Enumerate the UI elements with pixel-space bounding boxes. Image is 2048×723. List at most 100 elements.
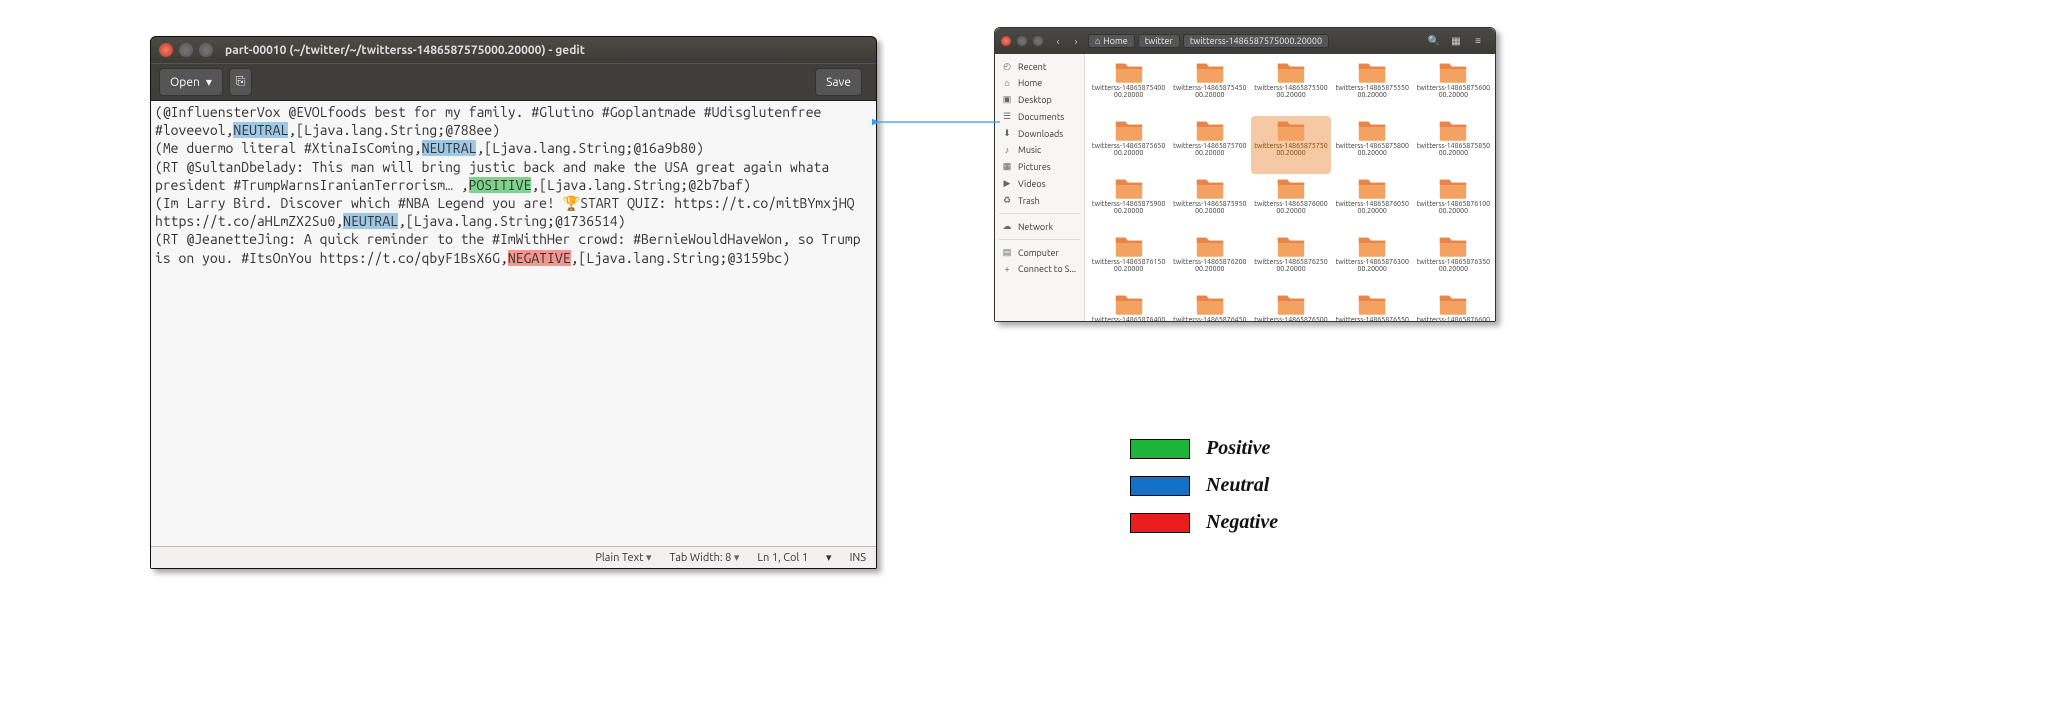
sidebar-label: Videos xyxy=(1018,179,1046,189)
lang-picker[interactable]: Plain Text xyxy=(595,551,651,564)
folder-item[interactable]: twitterss-1486587540000.20000 xyxy=(1089,58,1168,116)
folder-item[interactable]: twitterss-1486587570000.20000 xyxy=(1170,116,1249,174)
folder-icon xyxy=(1357,176,1387,200)
folder-item[interactable]: twitterss-1486587620000.20000 xyxy=(1170,232,1249,290)
sidebar-item-music[interactable]: ♪Music xyxy=(995,142,1084,158)
sidebar-label: Downloads xyxy=(1018,129,1063,139)
sidebar-item-network[interactable]: ☁Network xyxy=(995,218,1084,235)
folder-item[interactable]: twitterss-1486587590000.20000 xyxy=(1089,174,1168,232)
sidebar-icon: ☰ xyxy=(1001,111,1013,122)
folder-label: twitterss-1486587550000.20000 xyxy=(1251,85,1330,100)
gedit-window: part-00010 (~/twitter/~/twitterss-148658… xyxy=(150,36,877,569)
view-icon[interactable]: ▦ xyxy=(1447,32,1465,50)
folder-item[interactable]: twitterss-1486587645000.20000 xyxy=(1170,290,1249,321)
sidebar-label: Desktop xyxy=(1018,95,1052,105)
folder-item[interactable]: twitterss-1486587640000.20000 xyxy=(1089,290,1168,321)
folder-icon xyxy=(1114,118,1144,142)
sidebar-icon: ⌂ xyxy=(1001,78,1013,88)
text-area[interactable]: (@InfluensterVox @EVOLfoods best for my … xyxy=(151,101,876,546)
folder-item[interactable]: twitterss-1486587580000.20000 xyxy=(1333,116,1412,174)
folder-label: twitterss-1486587605000.20000 xyxy=(1333,201,1412,216)
folder-label: twitterss-1486587620000.20000 xyxy=(1170,259,1249,274)
close-icon[interactable] xyxy=(159,43,173,57)
menu-icon[interactable]: ≡ xyxy=(1469,32,1487,50)
arrow-annotation xyxy=(872,112,1002,132)
legend-swatch xyxy=(1130,439,1190,459)
folder-icon xyxy=(1357,118,1387,142)
folder-icon xyxy=(1195,176,1225,200)
sidebar-item-documents[interactable]: ☰Documents xyxy=(995,108,1084,125)
sidebar-item-home[interactable]: ⌂ Home xyxy=(995,75,1084,91)
open-button[interactable]: Open ▾ xyxy=(159,68,223,96)
crumb-label: twitter xyxy=(1145,36,1173,46)
folder-item[interactable]: twitterss-1486587635000.20000 xyxy=(1414,232,1493,290)
folder-item[interactable]: twitterss-1486587565000.20000 xyxy=(1089,116,1168,174)
folder-item[interactable]: twitterss-1486587605000.20000 xyxy=(1333,174,1412,232)
back-button[interactable]: ‹ xyxy=(1050,33,1066,49)
folder-icon xyxy=(1114,176,1144,200)
folder-label: twitterss-1486587650000.20000 xyxy=(1251,317,1330,321)
folder-icon xyxy=(1276,176,1306,200)
sidebar-icon: ▣ xyxy=(1001,94,1013,105)
breadcrumb-home[interactable]: ⌂Home xyxy=(1088,34,1135,48)
gedit-titlebar: part-00010 (~/twitter/~/twitterss-148658… xyxy=(151,37,876,63)
folder-icon xyxy=(1276,60,1306,84)
tabwidth-picker[interactable]: Tab Width: 8 xyxy=(670,551,740,564)
sidebar-item-trash[interactable]: ♻Trash xyxy=(995,192,1084,209)
folder-item[interactable]: twitterss-1486587630000.20000 xyxy=(1333,232,1412,290)
close-icon[interactable] xyxy=(1001,36,1011,46)
folder-icon xyxy=(1114,60,1144,84)
legend-label: Neutral xyxy=(1206,474,1269,497)
sidebar-item-recent[interactable]: ◴Recent xyxy=(995,58,1084,75)
sidebar-item-videos[interactable]: ▶Videos xyxy=(995,175,1084,192)
folder-item[interactable]: twitterss-1486587610000.20000 xyxy=(1414,174,1493,232)
minimize-icon[interactable] xyxy=(1017,36,1027,46)
legend-row: Positive xyxy=(1130,437,1278,460)
folder-item[interactable]: twitterss-1486587595000.20000 xyxy=(1170,174,1249,232)
sidebar-item-pictures[interactable]: ▦Pictures xyxy=(995,158,1084,175)
sidebar-item-computer[interactable]: ▤Computer xyxy=(995,244,1084,261)
forward-button[interactable]: › xyxy=(1068,33,1084,49)
maximize-icon[interactable] xyxy=(1033,36,1043,46)
folder-item[interactable]: twitterss-1486587545000.20000 xyxy=(1170,58,1249,116)
gedit-toolbar: Open ▾ ⎘ Save xyxy=(151,63,876,101)
sidebar-item-downloads[interactable]: ⬇Downloads xyxy=(995,125,1084,142)
folder-icon xyxy=(1276,118,1306,142)
folder-label: twitterss-1486587560000.20000 xyxy=(1414,85,1493,100)
folder-item[interactable]: twitterss-1486587560000.20000 xyxy=(1414,58,1493,116)
new-tab-button[interactable]: ⎘ xyxy=(229,68,253,96)
folder-item[interactable]: twitterss-1486587600000.20000 xyxy=(1251,174,1330,232)
maximize-icon[interactable] xyxy=(199,43,213,57)
sidebar-icon: ♻ xyxy=(1001,195,1013,206)
legend-swatch xyxy=(1130,476,1190,496)
folder-item[interactable]: twitterss-1486587585000.20000 xyxy=(1414,116,1493,174)
gedit-title: part-00010 (~/twitter/~/twitterss-148658… xyxy=(225,44,585,57)
crumb-label: Home xyxy=(1103,36,1127,46)
breadcrumb-current[interactable]: twitterss-1486587575000.20000 xyxy=(1183,34,1329,48)
sidebar-item-desktop[interactable]: ▣ Desktop xyxy=(995,91,1084,108)
files-grid: twitterss-1486587540000.20000twitterss-1… xyxy=(1085,54,1495,321)
sidebar-item-connect-to-s-[interactable]: +Connect to S... xyxy=(995,261,1084,277)
search-icon[interactable]: 🔍 xyxy=(1425,32,1443,50)
save-button[interactable]: Save xyxy=(815,68,862,96)
folder-item[interactable]: twitterss-1486587550000.20000 xyxy=(1251,58,1330,116)
folder-item[interactable]: twitterss-1486587650000.20000 xyxy=(1251,290,1330,321)
sentiment-tag: NEUTRAL xyxy=(233,122,288,138)
folder-item[interactable]: twitterss-1486587555000.20000 xyxy=(1333,58,1412,116)
folder-item[interactable]: twitterss-1486587575000.20000 xyxy=(1251,116,1330,174)
folder-label: twitterss-1486587565000.20000 xyxy=(1089,143,1168,158)
folder-icon xyxy=(1276,234,1306,258)
minimize-icon[interactable] xyxy=(179,43,193,57)
breadcrumb-twitter[interactable]: twitter xyxy=(1138,34,1180,48)
sidebar-label: Network xyxy=(1018,222,1053,232)
folder-icon xyxy=(1195,118,1225,142)
sidebar-icon: ▦ xyxy=(1001,161,1013,172)
sentiment-tag: NEGATIVE xyxy=(508,250,571,266)
chevron-down-icon[interactable]: ▾ xyxy=(826,551,832,564)
folder-item[interactable]: twitterss-1486587660000.20000 xyxy=(1414,290,1493,321)
folder-label: twitterss-1486587595000.20000 xyxy=(1170,201,1249,216)
folder-item[interactable]: twitterss-1486587615000.20000 xyxy=(1089,232,1168,290)
folder-item[interactable]: twitterss-1486587625000.20000 xyxy=(1251,232,1330,290)
folder-item[interactable]: twitterss-1486587655000.20000 xyxy=(1333,290,1412,321)
sidebar-label: Home xyxy=(1018,78,1042,88)
